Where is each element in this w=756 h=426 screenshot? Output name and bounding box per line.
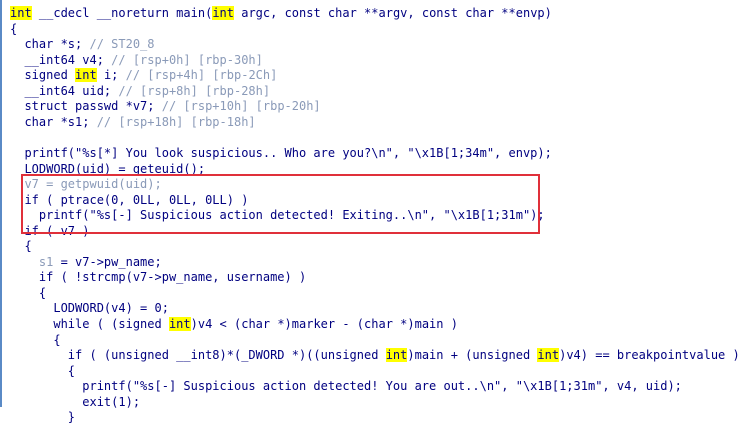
code-token: )v4) == breakpointvalue ) [559,348,740,363]
comment-token: // ST20_8 [89,37,155,52]
code-line[interactable]: int __cdecl __noreturn main(int argc, co… [10,4,552,22]
code-token: if ( (unsigned __int8)*(_DWORD *)((unsig… [10,348,386,363]
code-token: { [10,21,18,36]
highlighted-keyword: int [10,6,32,20]
code-token: __cdecl __noreturn main( [31,6,213,20]
code-token: if ( v7 ) [10,223,90,238]
code-token: char *s1; [10,114,97,129]
code-token: char *s; [10,37,90,52]
code-token: signed [10,68,76,83]
code-line[interactable]: char *s1; // [rsp+18h] [rbp-18h] [10,113,256,131]
comment-token: // [rsp+10h] [rbp-20h] [161,99,321,114]
comment-token: s1 [38,254,54,269]
pseudocode-view[interactable]: int __cdecl __noreturn main(int argc, co… [0,0,756,424]
code-token: printf("%s[*] You look suspicious.. Who … [10,145,552,160]
code-token: { [10,239,32,254]
code-token: printf("%s[-] Suspicious action detected… [10,379,682,394]
comment-token: // [rsp+4h] [rbp-2Ch] [125,68,278,83]
highlighted-keyword: int [168,317,191,331]
code-line[interactable]: if ( !strcmp(v7->pw_name, username) ) [10,268,306,286]
code-token: __int64 uid; [10,83,119,98]
code-line[interactable]: while ( (signed int)v4 < (char *)marker … [10,315,458,333]
highlighted-keyword: int [212,6,234,20]
highlighted-keyword: int [75,68,97,83]
code-token: __int64 v4; [10,52,112,67]
code-token: struct passwd *v7; [10,99,162,114]
code-token: LODWORD(uid) = geteuid(); [10,161,206,176]
code-token: if ( !strcmp(v7->pw_name, username) ) [10,270,307,285]
code-token: { [10,285,47,300]
highlighted-keyword: int [385,348,408,363]
comment-token: v7 = getpwuid(uid); [10,177,162,192]
comment-token: // [rsp+18h] [rbp-18h] [96,114,256,129]
code-token: i; [96,68,126,83]
code-line[interactable]: } [10,408,75,426]
code-line[interactable]: printf("%s[-] Suspicious action detected… [10,206,545,224]
code-token: printf("%s[-] Suspicious action detected… [10,208,545,223]
code-token: if ( ptrace(0, 0LL, 0LL, 0LL) ) [10,192,249,207]
code-token: { [10,332,61,347]
code-token: while ( (signed [10,317,169,331]
code-token: argc, const char **argv, const char **en… [234,6,552,20]
code-token: LODWORD(v4) = 0; [10,301,169,316]
comment-token: // [rsp+8h] [rbp-28h] [118,83,271,98]
code-token: { [10,363,76,378]
code-token: } [10,410,76,425]
highlighted-keyword: int [537,348,560,363]
code-token: = v7->pw_name; [53,254,162,269]
code-token: )v4 < (char *)marker - (char *)main ) [190,317,458,331]
code-line[interactable]: if ( (unsigned __int8)*(_DWORD *)((unsig… [10,346,740,364]
code-token: )main + (unsigned [407,348,538,363]
comment-token: // [rsp+0h] [rbp-30h] [111,52,263,67]
